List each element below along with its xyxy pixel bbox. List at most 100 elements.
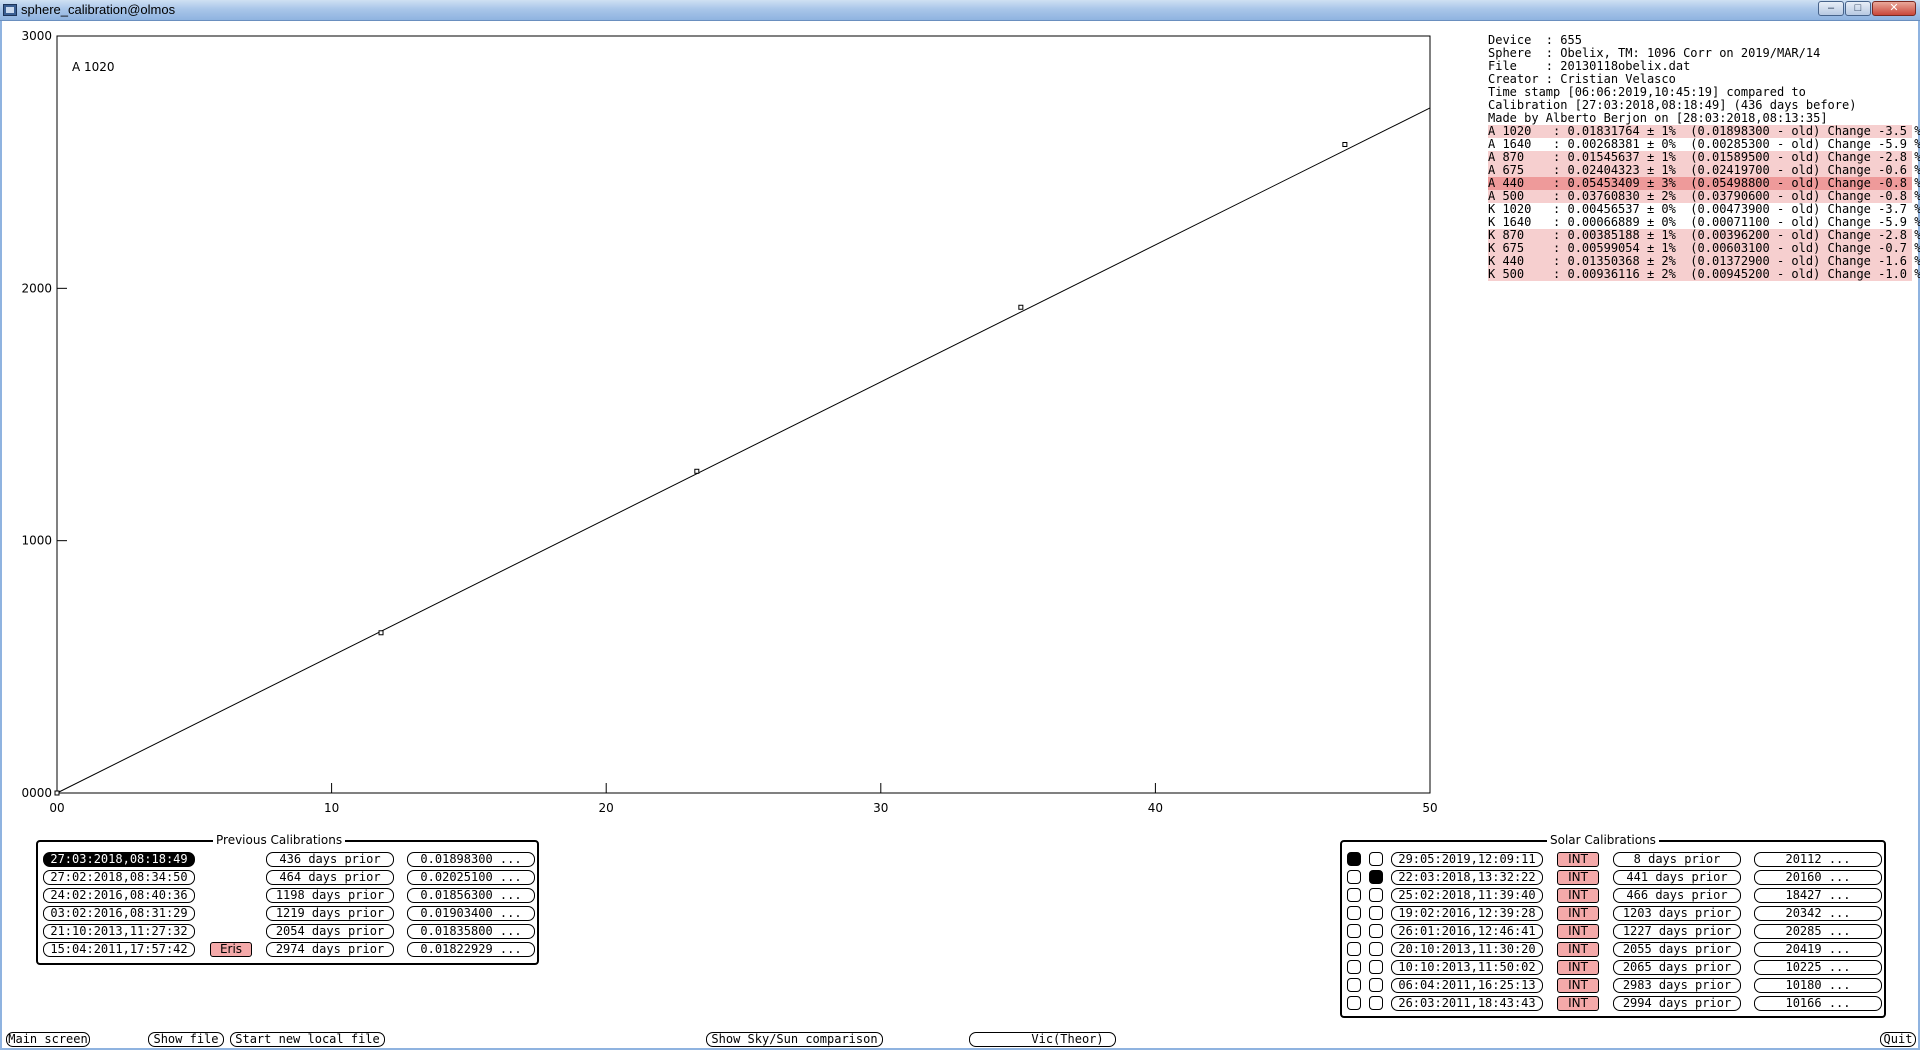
calibration-value-field[interactable]: 0.01835800 ... [407,924,535,939]
chart-annotation: A 1020 [72,60,115,74]
solar-days-prior-field[interactable]: 2983 days prior [1613,978,1741,993]
data-point [694,468,700,474]
calibration-date-field[interactable]: 27:03:2018,08:18:49 [43,852,195,867]
days-prior-field[interactable]: 1219 days prior [266,906,394,921]
solar-compare-checkbox[interactable] [1369,924,1383,938]
solar-date-field[interactable]: 26:03:2011,18:43:43 [1391,996,1543,1011]
previous-calibrations-box: Previous Calibrations 27:03:2018,08:18:4… [36,833,539,965]
solar-mode-tag[interactable]: INT [1557,870,1599,885]
calibration-date-field[interactable]: 24:02:2016,08:40:36 [43,888,195,903]
solar-date-field[interactable]: 20:10:2013,11:30:20 [1391,942,1543,957]
solar-select-checkbox[interactable] [1347,870,1361,884]
solar-mode-tag[interactable]: INT [1557,852,1599,867]
y-tick-label: 3000 [21,29,52,43]
vic-theor-button[interactable]: Vic(Theor) [969,1032,1116,1047]
origin-point [54,790,60,796]
solar-value-field[interactable]: 20285 ... [1754,924,1882,939]
calibration-results: A 1020 : 0.01831764 ± 1% (0.01898300 - o… [1488,125,1920,281]
main-screen-button[interactable]: Main screen [6,1032,90,1047]
solar-compare-checkbox[interactable] [1369,870,1383,884]
solar-value-field[interactable]: 10225 ... [1754,960,1882,975]
fit-line [56,107,1431,794]
solar-value-field[interactable]: 20419 ... [1754,942,1882,957]
solar-days-prior-field[interactable]: 1203 days prior [1613,906,1741,921]
show-file-button[interactable]: Show file [148,1032,224,1047]
app-icon [3,4,17,16]
solar-date-field[interactable]: 06:04:2011,16:25:13 [1391,978,1543,993]
solar-mode-tag[interactable]: INT [1557,996,1599,1011]
calibration-value-field[interactable]: 0.01903400 ... [407,906,535,921]
calibration-value-field[interactable]: 0.02025100 ... [407,870,535,885]
quit-button[interactable]: Quit [1880,1032,1916,1047]
info-panel: Device : 655 Sphere : Obelix, TM: 1096 Co… [1488,34,1920,281]
solar-value-field[interactable]: 10166 ... [1754,996,1882,1011]
solar-compare-checkbox[interactable] [1369,906,1383,920]
days-prior-field[interactable]: 464 days prior [266,870,394,885]
solar-select-checkbox[interactable] [1347,942,1361,956]
calibration-tag[interactable]: Eris [210,942,252,957]
solar-days-prior-field[interactable]: 441 days prior [1613,870,1741,885]
solar-compare-checkbox[interactable] [1369,852,1383,866]
solar-select-checkbox[interactable] [1347,978,1361,992]
solar-compare-checkbox[interactable] [1369,960,1383,974]
solar-select-checkbox[interactable] [1347,906,1361,920]
maximize-button[interactable]: □ [1845,1,1871,16]
solar-days-prior-field[interactable]: 2055 days prior [1613,942,1741,957]
solar-compare-checkbox[interactable] [1369,996,1383,1010]
days-prior-field[interactable]: 436 days prior [266,852,394,867]
solar-mode-tag[interactable]: INT [1557,888,1599,903]
solar-select-checkbox[interactable] [1347,888,1361,902]
solar-mode-tag[interactable]: INT [1557,942,1599,957]
solar-value-field[interactable]: 10180 ... [1754,978,1882,993]
solar-value-field[interactable]: 18427 ... [1754,888,1882,903]
solar-days-prior-field[interactable]: 2994 days prior [1613,996,1741,1011]
days-prior-field[interactable]: 2054 days prior [266,924,394,939]
solar-value-field[interactable]: 20160 ... [1754,870,1882,885]
solar-mode-tag[interactable]: INT [1557,960,1599,975]
solar-days-prior-field[interactable]: 466 days prior [1613,888,1741,903]
calibration-value-field[interactable]: 0.01822929 ... [407,942,535,957]
solar-date-field[interactable]: 10:10:2013,11:50:02 [1391,960,1543,975]
y-tick-label: 2000 [21,281,52,295]
minimize-button[interactable]: ‒ [1818,1,1844,16]
y-origin-label: 0000 [21,786,52,800]
window-title: sphere_calibration@olmos [21,2,176,17]
solar-compare-checkbox[interactable] [1369,888,1383,902]
solar-select-checkbox[interactable] [1347,924,1361,938]
solar-date-field[interactable]: 29:05:2019,12:09:11 [1391,852,1543,867]
calibration-date-field[interactable]: 15:04:2011,17:57:42 [43,942,195,957]
calibration-value-field[interactable]: 0.01856300 ... [407,888,535,903]
x-tick-label: 50 [1422,801,1437,815]
days-prior-field[interactable]: 1198 days prior [266,888,394,903]
show-sky-sun-comparison-button[interactable]: Show Sky/Sun comparison [706,1032,883,1047]
plot-frame [56,35,1431,794]
close-button[interactable]: ✕ [1872,1,1916,16]
solar-days-prior-field[interactable]: 1227 days prior [1613,924,1741,939]
solar-mode-tag[interactable]: INT [1557,978,1599,993]
solar-compare-checkbox[interactable] [1369,942,1383,956]
solar-mode-tag[interactable]: INT [1557,906,1599,921]
solar-days-prior-field[interactable]: 8 days prior [1613,852,1741,867]
calibration-date-field[interactable]: 21:10:2013,11:27:32 [43,924,195,939]
solar-calibrations-box: Solar Calibrations 29:05:2019,12:09:11 IN… [1340,833,1886,1018]
calibration-value-field[interactable]: 0.01898300 ... [407,852,535,867]
solar-days-prior-field[interactable]: 2065 days prior [1613,960,1741,975]
start-new-local-file-button[interactable]: Start new local file [230,1032,385,1047]
calibration-row: K 500 : 0.00936116 ± 2% (0.00945200 - ol… [1488,267,1920,281]
solar-date-field[interactable]: 19:02:2016,12:39:28 [1391,906,1543,921]
y-axis: 1000 2000 3000 [21,29,67,548]
days-prior-field[interactable]: 2974 days prior [266,942,394,957]
solar-date-field[interactable]: 22:03:2018,13:32:22 [1391,870,1543,885]
x-tick-label: 10 [324,801,339,815]
solar-select-checkbox[interactable] [1347,960,1361,974]
solar-compare-checkbox[interactable] [1369,978,1383,992]
solar-value-field[interactable]: 20112 ... [1754,852,1882,867]
solar-mode-tag[interactable]: INT [1557,924,1599,939]
solar-value-field[interactable]: 20342 ... [1754,906,1882,921]
solar-select-checkbox[interactable] [1347,852,1361,866]
calibration-date-field[interactable]: 03:02:2016,08:31:29 [43,906,195,921]
calibration-date-field[interactable]: 27:02:2018,08:34:50 [43,870,195,885]
solar-date-field[interactable]: 25:02:2018,11:39:40 [1391,888,1543,903]
solar-date-field[interactable]: 26:01:2016,12:46:41 [1391,924,1543,939]
solar-select-checkbox[interactable] [1347,996,1361,1010]
